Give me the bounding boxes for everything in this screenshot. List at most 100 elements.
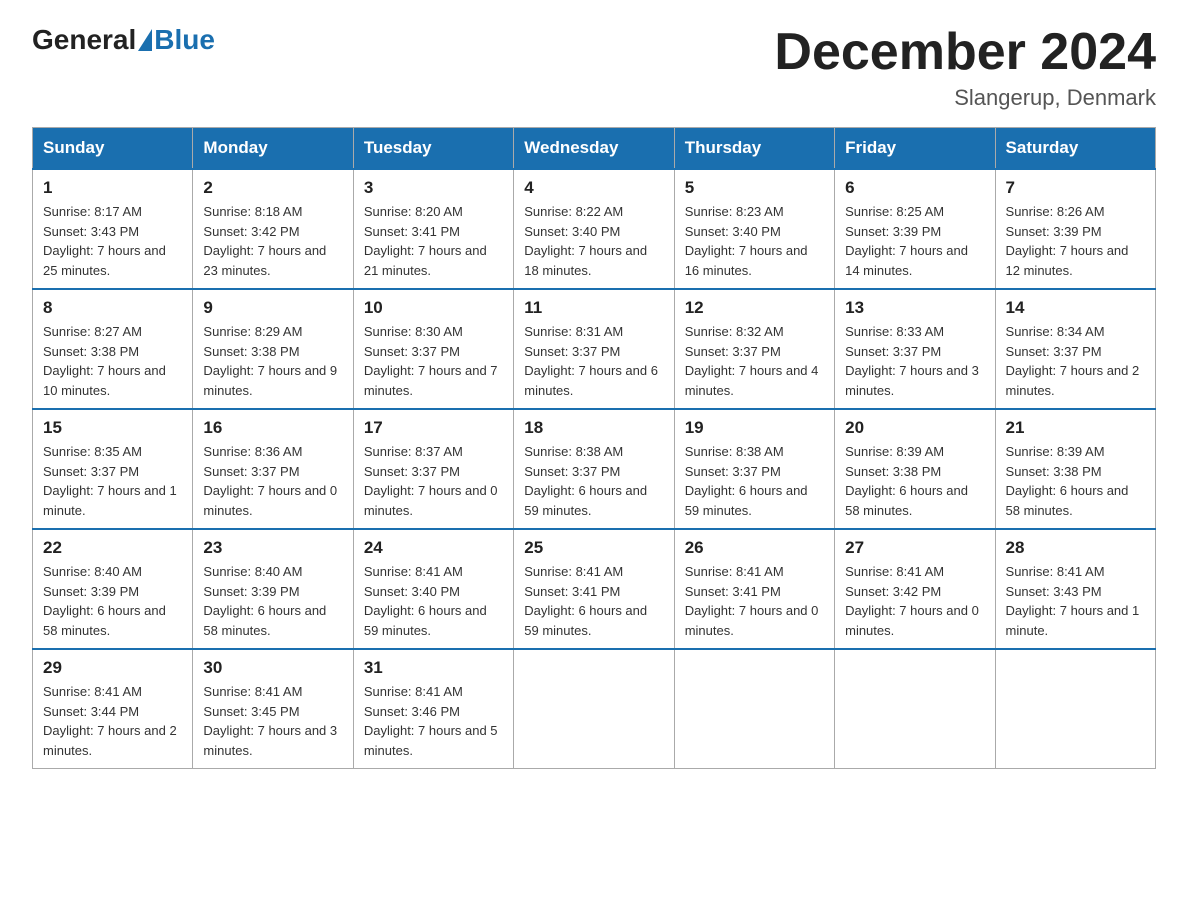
day-info: Sunrise: 8:41 AM Sunset: 3:42 PM Dayligh… — [845, 562, 984, 640]
calendar-cell: 11 Sunrise: 8:31 AM Sunset: 3:37 PM Dayl… — [514, 289, 674, 409]
header-monday: Monday — [193, 128, 353, 170]
calendar-cell: 12 Sunrise: 8:32 AM Sunset: 3:37 PM Dayl… — [674, 289, 834, 409]
day-info: Sunrise: 8:37 AM Sunset: 3:37 PM Dayligh… — [364, 442, 503, 520]
calendar-cell: 20 Sunrise: 8:39 AM Sunset: 3:38 PM Dayl… — [835, 409, 995, 529]
month-title: December 2024 — [774, 24, 1156, 81]
day-info: Sunrise: 8:41 AM Sunset: 3:40 PM Dayligh… — [364, 562, 503, 640]
day-info: Sunrise: 8:20 AM Sunset: 3:41 PM Dayligh… — [364, 202, 503, 280]
calendar-cell: 31 Sunrise: 8:41 AM Sunset: 3:46 PM Dayl… — [353, 649, 513, 769]
logo-general-text: General — [32, 24, 136, 56]
day-info: Sunrise: 8:41 AM Sunset: 3:41 PM Dayligh… — [524, 562, 663, 640]
calendar-cell: 7 Sunrise: 8:26 AM Sunset: 3:39 PM Dayli… — [995, 169, 1155, 289]
day-number: 20 — [845, 418, 984, 438]
day-number: 14 — [1006, 298, 1145, 318]
day-info: Sunrise: 8:33 AM Sunset: 3:37 PM Dayligh… — [845, 322, 984, 400]
day-number: 9 — [203, 298, 342, 318]
calendar-cell: 24 Sunrise: 8:41 AM Sunset: 3:40 PM Dayl… — [353, 529, 513, 649]
day-info: Sunrise: 8:27 AM Sunset: 3:38 PM Dayligh… — [43, 322, 182, 400]
day-number: 11 — [524, 298, 663, 318]
day-number: 21 — [1006, 418, 1145, 438]
day-number: 8 — [43, 298, 182, 318]
calendar-cell: 10 Sunrise: 8:30 AM Sunset: 3:37 PM Dayl… — [353, 289, 513, 409]
day-number: 18 — [524, 418, 663, 438]
day-number: 10 — [364, 298, 503, 318]
calendar-cell: 25 Sunrise: 8:41 AM Sunset: 3:41 PM Dayl… — [514, 529, 674, 649]
calendar-cell: 21 Sunrise: 8:39 AM Sunset: 3:38 PM Dayl… — [995, 409, 1155, 529]
day-number: 26 — [685, 538, 824, 558]
calendar-cell: 15 Sunrise: 8:35 AM Sunset: 3:37 PM Dayl… — [33, 409, 193, 529]
day-number: 29 — [43, 658, 182, 678]
header-friday: Friday — [835, 128, 995, 170]
day-number: 6 — [845, 178, 984, 198]
header-saturday: Saturday — [995, 128, 1155, 170]
day-info: Sunrise: 8:39 AM Sunset: 3:38 PM Dayligh… — [845, 442, 984, 520]
day-info: Sunrise: 8:41 AM Sunset: 3:41 PM Dayligh… — [685, 562, 824, 640]
weekday-header-row: Sunday Monday Tuesday Wednesday Thursday… — [33, 128, 1156, 170]
day-info: Sunrise: 8:34 AM Sunset: 3:37 PM Dayligh… — [1006, 322, 1145, 400]
day-number: 16 — [203, 418, 342, 438]
calendar-week-row-2: 8 Sunrise: 8:27 AM Sunset: 3:38 PM Dayli… — [33, 289, 1156, 409]
calendar-week-row-1: 1 Sunrise: 8:17 AM Sunset: 3:43 PM Dayli… — [33, 169, 1156, 289]
day-info: Sunrise: 8:30 AM Sunset: 3:37 PM Dayligh… — [364, 322, 503, 400]
day-number: 5 — [685, 178, 824, 198]
day-number: 24 — [364, 538, 503, 558]
logo-triangle-icon — [138, 29, 152, 51]
day-number: 23 — [203, 538, 342, 558]
calendar-cell: 30 Sunrise: 8:41 AM Sunset: 3:45 PM Dayl… — [193, 649, 353, 769]
day-info: Sunrise: 8:26 AM Sunset: 3:39 PM Dayligh… — [1006, 202, 1145, 280]
page-header: General Blue December 2024 Slangerup, De… — [32, 24, 1156, 111]
day-info: Sunrise: 8:17 AM Sunset: 3:43 PM Dayligh… — [43, 202, 182, 280]
calendar-cell: 6 Sunrise: 8:25 AM Sunset: 3:39 PM Dayli… — [835, 169, 995, 289]
calendar-week-row-4: 22 Sunrise: 8:40 AM Sunset: 3:39 PM Dayl… — [33, 529, 1156, 649]
calendar-cell: 14 Sunrise: 8:34 AM Sunset: 3:37 PM Dayl… — [995, 289, 1155, 409]
calendar-cell — [995, 649, 1155, 769]
day-number: 4 — [524, 178, 663, 198]
day-info: Sunrise: 8:22 AM Sunset: 3:40 PM Dayligh… — [524, 202, 663, 280]
day-info: Sunrise: 8:40 AM Sunset: 3:39 PM Dayligh… — [203, 562, 342, 640]
day-number: 25 — [524, 538, 663, 558]
calendar-cell: 23 Sunrise: 8:40 AM Sunset: 3:39 PM Dayl… — [193, 529, 353, 649]
title-section: December 2024 Slangerup, Denmark — [774, 24, 1156, 111]
logo-blue-text: Blue — [154, 24, 215, 56]
day-number: 3 — [364, 178, 503, 198]
calendar-cell — [835, 649, 995, 769]
day-info: Sunrise: 8:23 AM Sunset: 3:40 PM Dayligh… — [685, 202, 824, 280]
day-number: 27 — [845, 538, 984, 558]
calendar-cell: 17 Sunrise: 8:37 AM Sunset: 3:37 PM Dayl… — [353, 409, 513, 529]
header-wednesday: Wednesday — [514, 128, 674, 170]
calendar-cell: 19 Sunrise: 8:38 AM Sunset: 3:37 PM Dayl… — [674, 409, 834, 529]
day-number: 17 — [364, 418, 503, 438]
day-info: Sunrise: 8:36 AM Sunset: 3:37 PM Dayligh… — [203, 442, 342, 520]
day-number: 19 — [685, 418, 824, 438]
day-number: 13 — [845, 298, 984, 318]
calendar-cell: 16 Sunrise: 8:36 AM Sunset: 3:37 PM Dayl… — [193, 409, 353, 529]
calendar-cell: 22 Sunrise: 8:40 AM Sunset: 3:39 PM Dayl… — [33, 529, 193, 649]
day-info: Sunrise: 8:31 AM Sunset: 3:37 PM Dayligh… — [524, 322, 663, 400]
day-number: 28 — [1006, 538, 1145, 558]
calendar-cell: 26 Sunrise: 8:41 AM Sunset: 3:41 PM Dayl… — [674, 529, 834, 649]
day-number: 15 — [43, 418, 182, 438]
day-number: 31 — [364, 658, 503, 678]
day-info: Sunrise: 8:18 AM Sunset: 3:42 PM Dayligh… — [203, 202, 342, 280]
day-number: 1 — [43, 178, 182, 198]
calendar-cell — [514, 649, 674, 769]
header-tuesday: Tuesday — [353, 128, 513, 170]
location-subtitle: Slangerup, Denmark — [774, 85, 1156, 111]
day-info: Sunrise: 8:38 AM Sunset: 3:37 PM Dayligh… — [685, 442, 824, 520]
day-number: 22 — [43, 538, 182, 558]
day-info: Sunrise: 8:41 AM Sunset: 3:43 PM Dayligh… — [1006, 562, 1145, 640]
calendar-cell: 18 Sunrise: 8:38 AM Sunset: 3:37 PM Dayl… — [514, 409, 674, 529]
day-info: Sunrise: 8:38 AM Sunset: 3:37 PM Dayligh… — [524, 442, 663, 520]
day-info: Sunrise: 8:29 AM Sunset: 3:38 PM Dayligh… — [203, 322, 342, 400]
header-sunday: Sunday — [33, 128, 193, 170]
calendar-cell: 8 Sunrise: 8:27 AM Sunset: 3:38 PM Dayli… — [33, 289, 193, 409]
calendar-table: Sunday Monday Tuesday Wednesday Thursday… — [32, 127, 1156, 769]
day-info: Sunrise: 8:41 AM Sunset: 3:46 PM Dayligh… — [364, 682, 503, 760]
calendar-cell: 29 Sunrise: 8:41 AM Sunset: 3:44 PM Dayl… — [33, 649, 193, 769]
calendar-cell: 27 Sunrise: 8:41 AM Sunset: 3:42 PM Dayl… — [835, 529, 995, 649]
calendar-cell: 4 Sunrise: 8:22 AM Sunset: 3:40 PM Dayli… — [514, 169, 674, 289]
day-number: 7 — [1006, 178, 1145, 198]
day-info: Sunrise: 8:35 AM Sunset: 3:37 PM Dayligh… — [43, 442, 182, 520]
day-info: Sunrise: 8:41 AM Sunset: 3:45 PM Dayligh… — [203, 682, 342, 760]
calendar-cell: 2 Sunrise: 8:18 AM Sunset: 3:42 PM Dayli… — [193, 169, 353, 289]
